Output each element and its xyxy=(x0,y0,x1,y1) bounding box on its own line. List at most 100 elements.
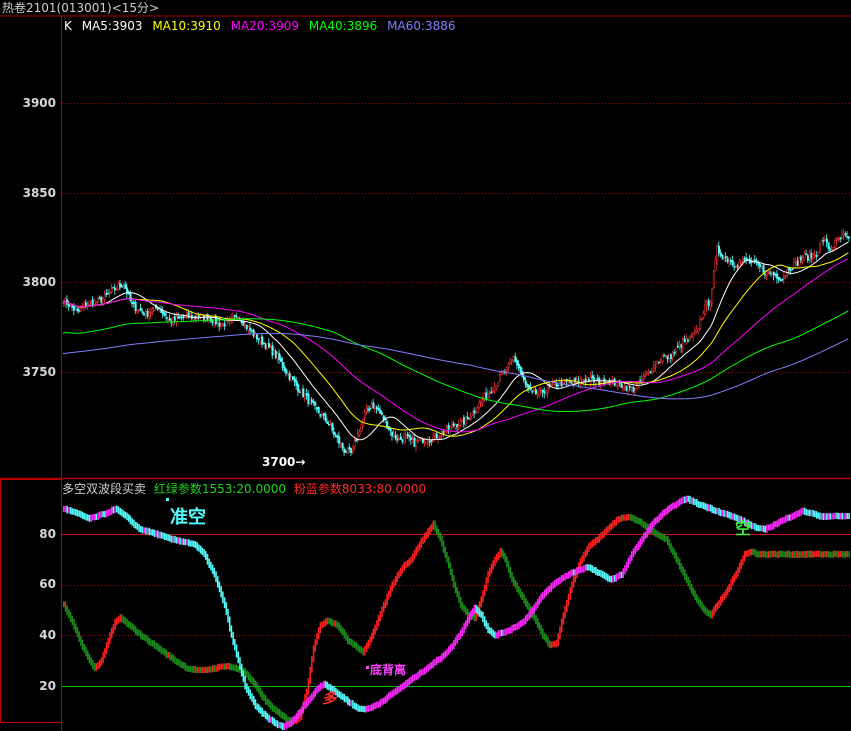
candle-body xyxy=(411,438,414,440)
pink-blue-bar xyxy=(355,703,358,711)
candle-body xyxy=(812,253,815,259)
red-green-bar xyxy=(560,618,563,633)
red-green-bar xyxy=(504,553,506,563)
pink-blue-bar xyxy=(63,506,65,513)
pink-blue-bar xyxy=(382,697,385,705)
red-green-bar xyxy=(740,559,743,569)
candle xyxy=(410,433,413,445)
red-green-bar xyxy=(793,551,796,559)
red-green-bar xyxy=(810,550,813,558)
candle-body xyxy=(120,285,123,288)
red-green-bar xyxy=(466,608,469,618)
candle xyxy=(172,316,175,327)
red-green-bar xyxy=(273,705,275,713)
pink-blue-bar xyxy=(687,495,690,502)
pink-blue-bar xyxy=(163,532,166,540)
pink-blue-bar xyxy=(709,504,712,512)
pink-blue-bar xyxy=(446,648,448,657)
pink-blue-bar xyxy=(155,530,157,537)
candle xyxy=(81,302,84,309)
red-green-bar xyxy=(309,666,311,685)
candle xyxy=(203,315,206,323)
candle-body xyxy=(846,235,849,238)
candle-body xyxy=(800,256,803,261)
candle-body xyxy=(712,271,715,288)
red-green-bar xyxy=(552,641,554,648)
candle-body xyxy=(817,251,820,256)
candle xyxy=(492,386,495,393)
candle-body xyxy=(235,316,238,318)
red-green-bar xyxy=(848,551,850,558)
candle-body xyxy=(172,317,175,325)
candle-body xyxy=(538,389,541,396)
candle xyxy=(558,377,561,386)
candle xyxy=(144,308,147,320)
pink-blue-bar xyxy=(653,518,655,527)
pink-blue-bar xyxy=(779,518,782,525)
pink-blue-bar xyxy=(500,629,503,637)
pink-blue-bar xyxy=(764,525,766,533)
candle-body xyxy=(497,382,500,386)
pink-blue-bar xyxy=(309,695,311,704)
candle-body xyxy=(380,412,384,415)
red-green-bar xyxy=(413,550,416,560)
candle xyxy=(632,385,635,394)
pink-blue-bar xyxy=(807,509,809,516)
pink-blue-bar xyxy=(412,674,414,683)
pink-blue-bar xyxy=(495,632,498,639)
candle xyxy=(165,312,168,322)
red-green-bar xyxy=(586,545,589,556)
candle xyxy=(339,441,342,448)
candle xyxy=(245,324,248,331)
candle xyxy=(509,357,512,365)
red-green-bar xyxy=(187,665,190,672)
pink-blue-bar xyxy=(406,679,409,686)
red-green-bar xyxy=(328,617,330,625)
red-green-bar xyxy=(465,606,467,615)
candle-body xyxy=(776,273,779,279)
pink-blue-bar xyxy=(831,513,833,520)
red-green-bar xyxy=(485,577,488,591)
pink-blue-bar xyxy=(783,516,785,524)
red-green-bar xyxy=(234,664,236,671)
pink-blue-bar xyxy=(187,539,190,547)
red-green-bar xyxy=(769,551,772,558)
candle-body xyxy=(150,312,153,314)
candle-body xyxy=(321,414,324,416)
red-green-bar xyxy=(129,621,132,630)
pink-blue-bar xyxy=(447,646,450,655)
red-green-bar xyxy=(767,551,770,558)
pink-blue-bar xyxy=(76,509,79,517)
red-green-bar xyxy=(615,517,618,526)
candle-body xyxy=(726,258,729,263)
red-green-bar xyxy=(167,651,169,659)
candle xyxy=(78,306,81,314)
red-green-bar xyxy=(71,616,74,625)
candle xyxy=(382,414,385,423)
pink-blue-bar xyxy=(706,503,708,512)
candle xyxy=(290,374,293,382)
candle xyxy=(724,252,727,262)
red-green-bar xyxy=(398,570,400,579)
red-green-bar xyxy=(396,572,399,583)
pink-blue-bar xyxy=(300,706,303,716)
pink-blue-bar xyxy=(516,623,518,631)
red-green-bar xyxy=(201,667,204,674)
candle-body xyxy=(767,271,770,273)
pink-blue-bar xyxy=(276,720,279,729)
red-green-bar xyxy=(264,695,267,705)
pink-blue-bar xyxy=(131,518,133,526)
pink-blue-bar xyxy=(435,656,438,666)
candle-body xyxy=(333,431,336,435)
candle xyxy=(493,381,496,395)
candle xyxy=(629,384,632,392)
red-green-bar xyxy=(143,634,145,641)
candle xyxy=(387,425,390,431)
red-green-bar xyxy=(107,637,110,649)
pink-blue-bar xyxy=(504,628,506,636)
candle-body xyxy=(119,283,122,288)
red-green-bar xyxy=(352,639,354,648)
pink-blue-bar xyxy=(388,692,390,701)
pink-blue-bar xyxy=(150,529,152,536)
candle-body xyxy=(793,262,796,269)
